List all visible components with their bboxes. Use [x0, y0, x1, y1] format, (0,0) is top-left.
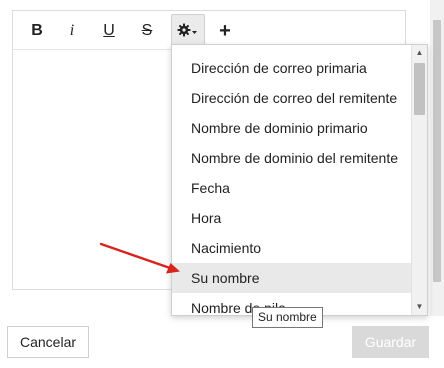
menu-item-your-name[interactable]: Su nombre [172, 263, 412, 293]
strikethrough-button[interactable]: S [133, 19, 161, 43]
page-scrollbar[interactable] [430, 0, 444, 316]
underline-button[interactable]: U [95, 19, 123, 43]
placeholder-dropdown: Dirección de correo primaria Dirección d… [171, 44, 428, 316]
save-button[interactable]: Guardar [352, 326, 429, 358]
insert-button[interactable]: + [211, 19, 239, 43]
menu-item-sender-email[interactable]: Dirección de correo del remitente [172, 83, 412, 113]
page-scrollbar-thumb[interactable] [433, 20, 441, 282]
gear-icon [177, 23, 197, 37]
placeholder-menu-button[interactable] [171, 14, 205, 46]
menu-item-time[interactable]: Hora [172, 203, 412, 233]
tooltip: Su nombre [252, 307, 323, 328]
menu-item-primary-email[interactable]: Dirección de correo primaria [172, 53, 412, 83]
cancel-button[interactable]: Cancelar [7, 326, 89, 358]
bold-button[interactable]: B [23, 19, 51, 43]
scroll-up-icon[interactable]: ▲ [412, 45, 427, 61]
italic-button[interactable]: i [58, 19, 86, 43]
menu-item-primary-domain[interactable]: Nombre de dominio primario [172, 113, 412, 143]
menu-item-sender-domain[interactable]: Nombre de dominio del remitente [172, 143, 412, 173]
red-arrow-annotation [99, 242, 180, 274]
scroll-down-icon[interactable]: ▼ [412, 299, 427, 315]
dropdown-scrollbar-thumb[interactable] [414, 63, 425, 115]
dropdown-scrollbar[interactable]: ▲ ▼ [411, 45, 427, 315]
caret-down-icon [192, 31, 197, 34]
menu-item-date[interactable]: Fecha [172, 173, 412, 203]
menu-item-birth[interactable]: Nacimiento [172, 233, 412, 263]
